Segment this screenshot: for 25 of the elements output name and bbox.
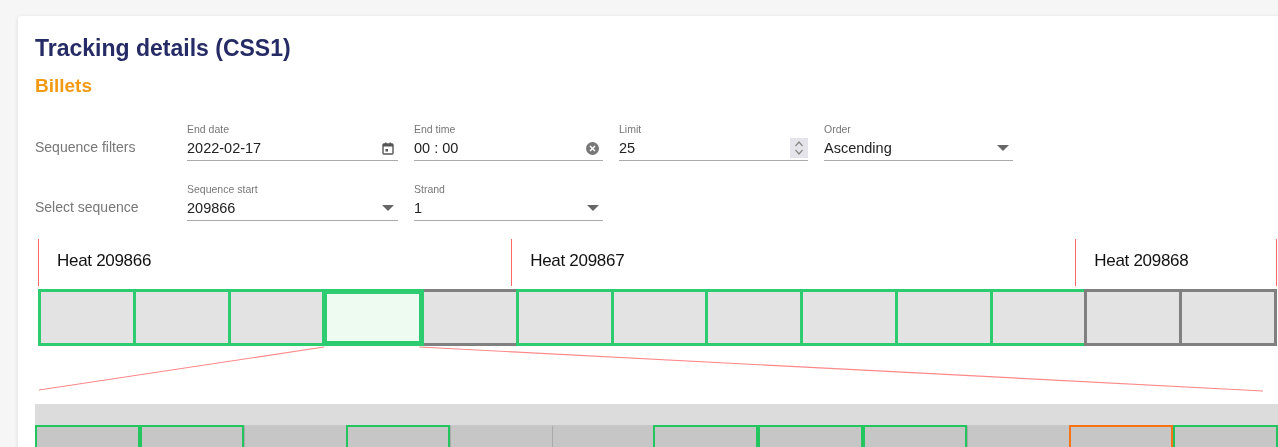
heat-label: Heat 209868 <box>1094 251 1189 270</box>
calendar-icon[interactable] <box>382 141 394 155</box>
billet-block[interactable] <box>800 289 898 346</box>
billet-block[interactable] <box>421 289 519 346</box>
input-field[interactable]: Order Ascending <box>824 122 1013 161</box>
input-field[interactable]: End date 2022-02-17 <box>187 122 398 161</box>
clear-icon[interactable] <box>586 141 599 155</box>
dropdown-caret-icon[interactable] <box>382 205 394 211</box>
input-field[interactable]: End time 00 : 00 <box>414 122 603 161</box>
billet-block[interactable] <box>1179 289 1277 346</box>
input-field[interactable]: Strand 1 <box>414 182 603 221</box>
row-label: Sequence filters <box>35 139 137 157</box>
heat-label: Heat 209866 <box>57 251 152 270</box>
dropdown-caret-icon[interactable] <box>587 205 599 211</box>
dropdown-caret-icon[interactable] <box>997 145 1009 151</box>
input-field[interactable]: Limit 25 <box>619 122 808 161</box>
billet-block[interactable] <box>322 289 425 346</box>
heat-label: Heat 209867 <box>530 251 625 270</box>
input-field[interactable]: Sequence start 209866 <box>187 182 398 221</box>
billet-block[interactable] <box>515 289 614 346</box>
spinner-icon[interactable] <box>790 138 808 158</box>
page-title: Tracking details (CSS1) <box>35 34 292 63</box>
row-label: Select sequence <box>35 199 140 217</box>
billet-block[interactable] <box>38 289 136 346</box>
section-title: Billets <box>35 74 94 98</box>
